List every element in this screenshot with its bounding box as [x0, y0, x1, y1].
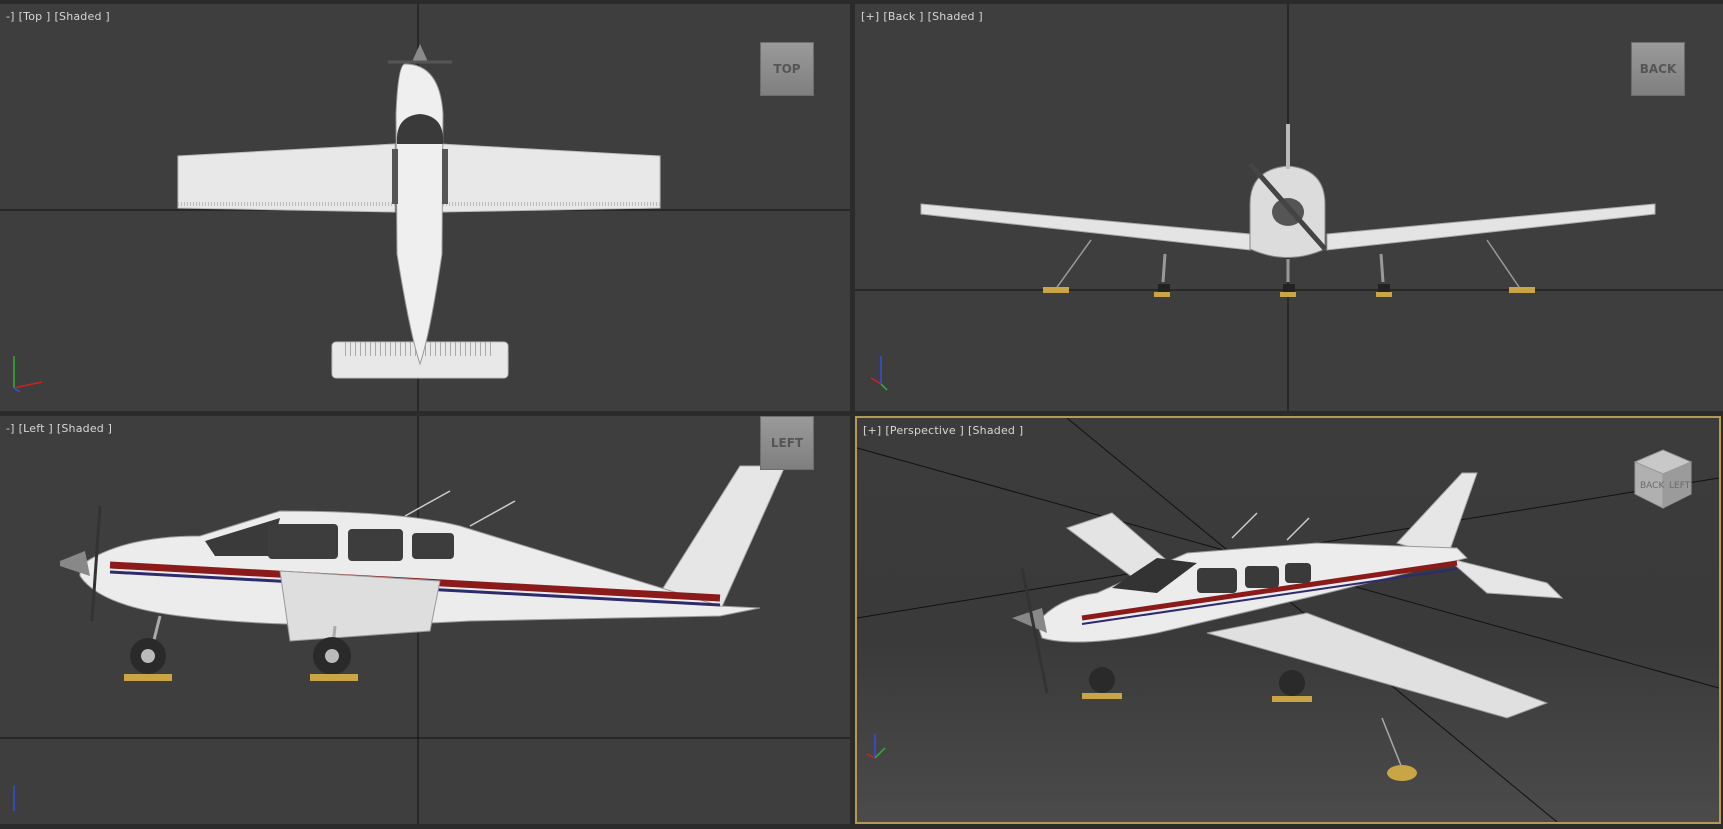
shading-mode-label[interactable]: [Shaded ]: [968, 424, 1023, 437]
viewcube-face-left: LEFT: [1669, 481, 1691, 491]
view-type-label[interactable]: [Left ]: [19, 422, 53, 435]
viewcube-icon[interactable]: LEFT: [760, 416, 814, 470]
left-view-canvas: [0, 416, 850, 824]
view-type-label[interactable]: [Back ]: [883, 10, 923, 23]
shading-mode-label[interactable]: [Shaded ]: [57, 422, 112, 435]
viewport-perspective[interactable]: [+] [Perspective ] [Shaded ] BACK LEFT: [855, 416, 1721, 824]
viewport-label-top[interactable]: -] [Top ] [Shaded ]: [6, 10, 114, 23]
axis-tripod-icon: [13, 356, 43, 393]
shading-mode-label[interactable]: [Shaded ]: [928, 10, 983, 23]
shading-mode-label[interactable]: [Shaded ]: [55, 10, 110, 23]
axis-tripod-icon: [870, 356, 888, 391]
top-view-canvas: [0, 4, 850, 411]
viewport-menu-button[interactable]: [+]: [863, 424, 881, 437]
viewcube-icon[interactable]: TOP: [760, 42, 814, 96]
aircraft-back-view: [920, 124, 1656, 297]
view-type-label[interactable]: [Perspective ]: [885, 424, 964, 437]
aircraft-top-view: [177, 44, 661, 379]
viewport-menu-button[interactable]: [+]: [861, 10, 879, 23]
viewport-label-back[interactable]: [+] [Back ] [Shaded ]: [861, 10, 987, 23]
aircraft-perspective-view: [1012, 472, 1564, 781]
aircraft-side-view: [60, 465, 786, 681]
viewport-left[interactable]: -] [Left ] [Shaded ] LEFT: [0, 416, 850, 824]
viewport-label-left[interactable]: -] [Left ] [Shaded ]: [6, 422, 116, 435]
bottom-bar: [0, 824, 1723, 829]
viewport-label-perspective[interactable]: [+] [Perspective ] [Shaded ]: [863, 424, 1027, 437]
viewcube-icon[interactable]: BACK: [1631, 42, 1685, 96]
viewport-menu-button[interactable]: -]: [6, 10, 15, 23]
viewcube-face-back: BACK: [1640, 481, 1665, 491]
viewport-top[interactable]: -] [Top ] [Shaded ] TOP: [0, 4, 850, 411]
viewport-menu-button[interactable]: -]: [6, 422, 15, 435]
back-view-canvas: [855, 4, 1723, 411]
view-type-label[interactable]: [Top ]: [19, 10, 51, 23]
axis-tripod-icon: [866, 734, 886, 759]
perspective-view-canvas: [857, 418, 1719, 822]
viewcube-icon[interactable]: BACK LEFT: [1627, 446, 1697, 510]
viewport-back[interactable]: [+] [Back ] [Shaded ] BACK: [855, 4, 1723, 411]
